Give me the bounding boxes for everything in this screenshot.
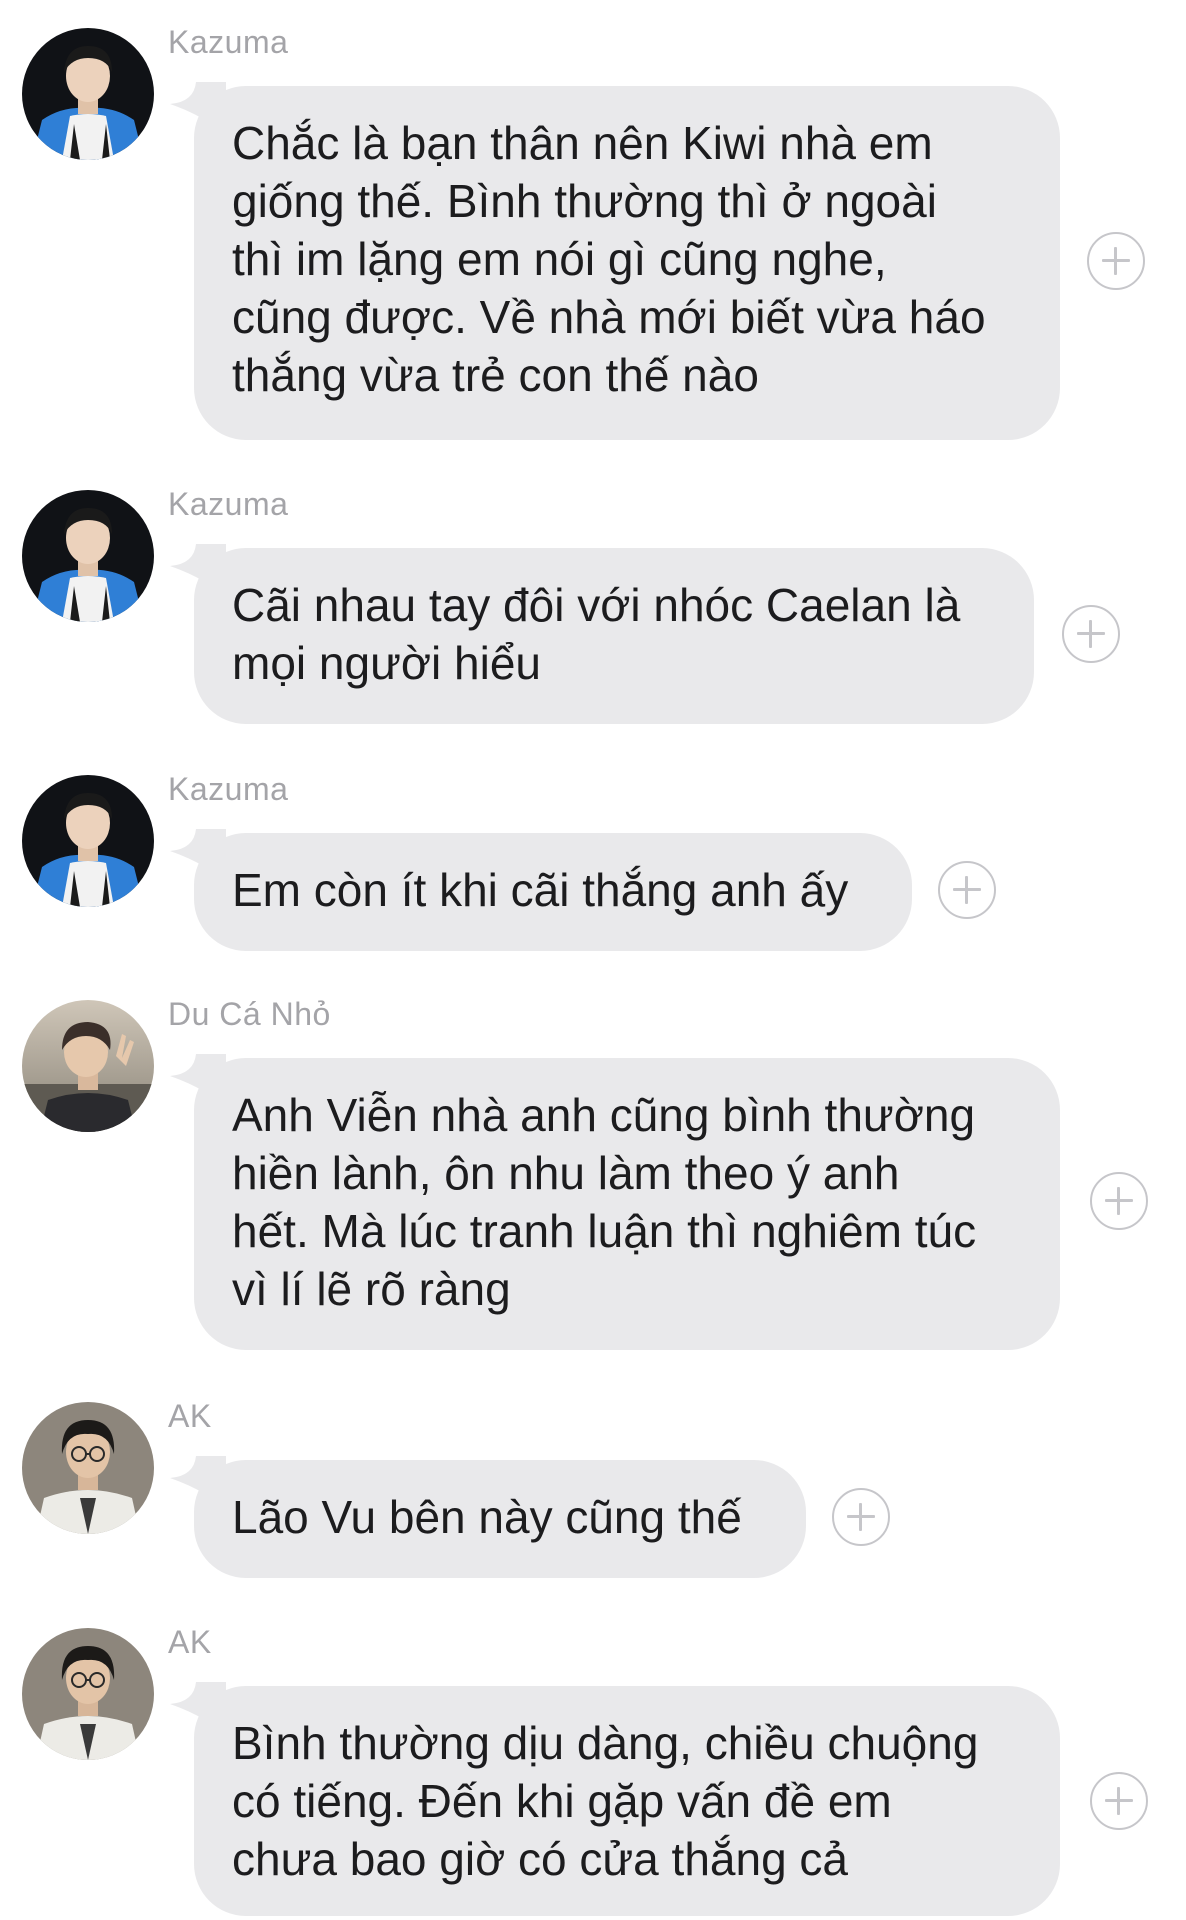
message-text-line: Lão Vu bên này cũng thế [232,1491,742,1543]
kazuma-avatar-image [22,490,154,622]
plus-circle-icon[interactable] [1087,232,1145,290]
message-bubble[interactable]: Chắc là bạn thân nên Kiwi nhà em giống t… [194,86,1060,440]
message-bubble[interactable]: Lão Vu bên này cũng thế [194,1460,806,1578]
message-text-line: vì lí lẽ rõ ràng [232,1263,511,1315]
message-text-line: chưa bao giờ có cửa thắng cả [232,1833,849,1885]
message-text-line: Bình thường dịu dàng, chiều chuộng [232,1717,979,1769]
avatar[interactable] [22,1628,154,1760]
message-bubble[interactable]: Anh Viễn nhà anh cũng bình thường hiền l… [194,1058,1060,1350]
message-bubble[interactable]: Cãi nhau tay đôi với nhóc Caelan là mọi … [194,548,1034,724]
sender-name: Kazuma [168,24,289,60]
sender-name: Kazuma [168,771,289,807]
sender-name: AK [168,1398,212,1434]
ak-avatar-image [22,1628,154,1760]
avatar[interactable] [22,775,154,907]
message-text-line: cũng được. Về nhà mới biết vừa háo [232,291,986,343]
plus-circle-icon[interactable] [1090,1772,1148,1830]
kazuma-avatar-image [22,28,154,160]
message-text-line: có tiếng. Đến khi gặp vấn đề em [232,1775,892,1827]
message-text-line: Em còn ít khi cãi thắng anh ấy [232,864,849,916]
message-bubble[interactable]: Em còn ít khi cãi thắng anh ấy [194,833,912,951]
avatar[interactable] [22,28,154,160]
du-ca-nho-avatar-image [22,1000,154,1132]
message-text-line: Cãi nhau tay đôi với nhóc Caelan là [232,579,961,631]
message-text-line: mọi người hiểu [232,637,541,689]
chat-thread: Kazuma Chắc là bạn thân nên Kiwi nhà em … [0,0,1186,1920]
message-text-line: giống thế. Bình thường thì ở ngoài [232,175,937,227]
plus-circle-icon[interactable] [832,1488,890,1546]
avatar[interactable] [22,1000,154,1132]
message-bubble[interactable]: Bình thường dịu dàng, chiều chuộng có ti… [194,1686,1060,1916]
sender-name: Kazuma [168,486,289,522]
sender-name: AK [168,1624,212,1660]
plus-circle-icon[interactable] [1062,605,1120,663]
message-text-line: thì im lặng em nói gì cũng nghe, [232,233,887,285]
avatar[interactable] [22,1402,154,1534]
message-text-line: thắng vừa trẻ con thế nào [232,349,759,401]
plus-circle-icon[interactable] [1090,1172,1148,1230]
message-text-line: Chắc là bạn thân nên Kiwi nhà em [232,117,933,169]
message-text-line: Anh Viễn nhà anh cũng bình thường [232,1089,976,1141]
message-text-line: hết. Mà lúc tranh luận thì nghiêm túc [232,1205,977,1257]
message-text-line: hiền lành, ôn nhu làm theo ý anh [232,1147,900,1199]
ak-avatar-image [22,1402,154,1534]
kazuma-avatar-image [22,775,154,907]
plus-circle-icon[interactable] [938,861,996,919]
avatar[interactable] [22,490,154,622]
sender-name: Du Cá Nhỏ [168,996,331,1032]
